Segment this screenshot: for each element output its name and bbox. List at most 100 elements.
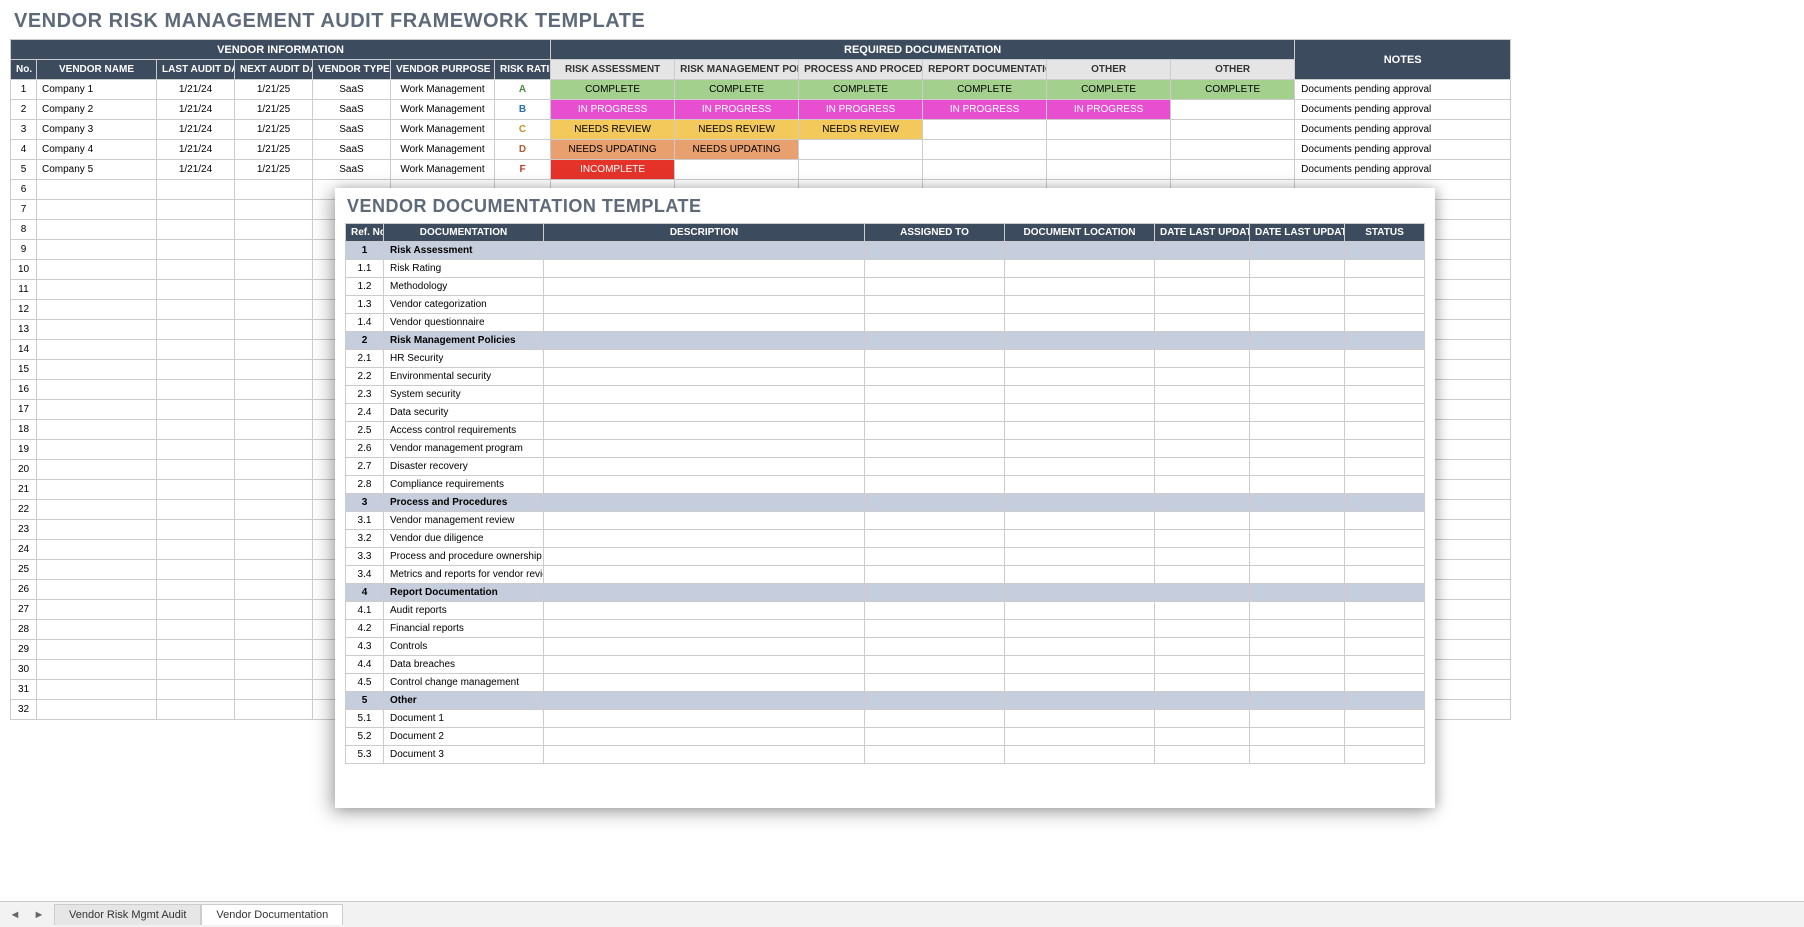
tab-nav-next-icon[interactable]: ► bbox=[30, 906, 48, 924]
description-cell[interactable] bbox=[544, 332, 865, 350]
date-updated-cell[interactable] bbox=[1155, 512, 1250, 530]
assigned-to-cell[interactable] bbox=[865, 422, 1005, 440]
last-audit-cell[interactable]: 1/21/24 bbox=[157, 80, 235, 100]
date-updated-cell[interactable] bbox=[1155, 314, 1250, 332]
documentation-cell[interactable]: Disaster recovery bbox=[384, 458, 544, 476]
status-cell[interactable] bbox=[1345, 278, 1425, 296]
ref-no-cell[interactable]: 1 bbox=[346, 242, 384, 260]
description-cell[interactable] bbox=[544, 728, 865, 746]
date-updated-cell[interactable] bbox=[1250, 584, 1345, 602]
document-location-cell[interactable] bbox=[1005, 620, 1155, 638]
ref-no-cell[interactable]: 5 bbox=[346, 692, 384, 710]
documentation-cell[interactable]: Controls bbox=[384, 638, 544, 656]
document-location-cell[interactable] bbox=[1005, 692, 1155, 710]
empty-cell[interactable] bbox=[157, 380, 235, 400]
empty-cell[interactable] bbox=[235, 520, 313, 540]
empty-cell[interactable] bbox=[157, 680, 235, 700]
vendor-purpose-cell[interactable]: Work Management bbox=[391, 120, 495, 140]
date-updated-cell[interactable] bbox=[1250, 440, 1345, 458]
documentation-cell[interactable]: Document 2 bbox=[384, 728, 544, 746]
assigned-to-cell[interactable] bbox=[865, 728, 1005, 746]
date-updated-cell[interactable] bbox=[1155, 620, 1250, 638]
documentation-cell[interactable]: Vendor questionnaire bbox=[384, 314, 544, 332]
status-cell[interactable] bbox=[1345, 350, 1425, 368]
empty-cell[interactable] bbox=[235, 560, 313, 580]
description-cell[interactable] bbox=[544, 494, 865, 512]
doc-status-cell[interactable] bbox=[1047, 140, 1171, 160]
document-location-cell[interactable] bbox=[1005, 638, 1155, 656]
doc-status-cell[interactable]: NEEDS UPDATING bbox=[675, 140, 799, 160]
empty-cell[interactable] bbox=[37, 540, 157, 560]
empty-cell[interactable] bbox=[235, 420, 313, 440]
last-audit-cell[interactable]: 1/21/24 bbox=[157, 140, 235, 160]
documentation-cell[interactable]: Data security bbox=[384, 404, 544, 422]
vendor-name-cell[interactable]: Company 4 bbox=[37, 140, 157, 160]
status-cell[interactable] bbox=[1345, 242, 1425, 260]
empty-cell[interactable] bbox=[235, 580, 313, 600]
status-cell[interactable] bbox=[1345, 386, 1425, 404]
documentation-cell[interactable]: Metrics and reports for vendor review bbox=[384, 566, 544, 584]
documentation-cell[interactable]: Audit reports bbox=[384, 602, 544, 620]
empty-cell[interactable] bbox=[235, 380, 313, 400]
empty-cell[interactable] bbox=[235, 540, 313, 560]
description-cell[interactable] bbox=[544, 692, 865, 710]
doc-status-cell[interactable]: IN PROGRESS bbox=[675, 100, 799, 120]
empty-cell[interactable] bbox=[235, 300, 313, 320]
ref-no-cell[interactable]: 1.4 bbox=[346, 314, 384, 332]
doc-status-cell[interactable]: NEEDS REVIEW bbox=[551, 120, 675, 140]
date-updated-cell[interactable] bbox=[1155, 440, 1250, 458]
empty-cell[interactable] bbox=[37, 600, 157, 620]
empty-cell[interactable] bbox=[157, 200, 235, 220]
description-cell[interactable] bbox=[544, 530, 865, 548]
empty-cell[interactable] bbox=[37, 560, 157, 580]
empty-cell[interactable] bbox=[157, 560, 235, 580]
date-updated-cell[interactable] bbox=[1250, 278, 1345, 296]
empty-cell[interactable] bbox=[37, 200, 157, 220]
date-updated-cell[interactable] bbox=[1155, 566, 1250, 584]
empty-cell[interactable] bbox=[157, 400, 235, 420]
date-updated-cell[interactable] bbox=[1155, 674, 1250, 692]
next-audit-cell[interactable]: 1/21/25 bbox=[235, 80, 313, 100]
assigned-to-cell[interactable] bbox=[865, 710, 1005, 728]
empty-cell[interactable] bbox=[157, 520, 235, 540]
document-location-cell[interactable] bbox=[1005, 296, 1155, 314]
doc-status-cell[interactable] bbox=[923, 160, 1047, 180]
doc-status-cell[interactable]: IN PROGRESS bbox=[923, 100, 1047, 120]
doc-status-cell[interactable]: COMPLETE bbox=[551, 80, 675, 100]
status-cell[interactable] bbox=[1345, 602, 1425, 620]
doc-status-cell[interactable] bbox=[1171, 100, 1295, 120]
description-cell[interactable] bbox=[544, 746, 865, 764]
doc-status-cell[interactable] bbox=[923, 120, 1047, 140]
date-updated-cell[interactable] bbox=[1155, 710, 1250, 728]
last-audit-cell[interactable]: 1/21/24 bbox=[157, 120, 235, 140]
documentation-cell[interactable]: Compliance requirements bbox=[384, 476, 544, 494]
description-cell[interactable] bbox=[544, 674, 865, 692]
assigned-to-cell[interactable] bbox=[865, 476, 1005, 494]
ref-no-cell[interactable]: 4.3 bbox=[346, 638, 384, 656]
empty-cell[interactable] bbox=[235, 320, 313, 340]
documentation-cell[interactable]: Control change management bbox=[384, 674, 544, 692]
date-updated-cell[interactable] bbox=[1155, 296, 1250, 314]
risk-rating-cell[interactable]: F bbox=[495, 160, 551, 180]
document-location-cell[interactable] bbox=[1005, 494, 1155, 512]
doc-status-cell[interactable] bbox=[1171, 140, 1295, 160]
document-location-cell[interactable] bbox=[1005, 476, 1155, 494]
empty-cell[interactable] bbox=[235, 360, 313, 380]
description-cell[interactable] bbox=[544, 656, 865, 674]
ref-no-cell[interactable]: 3.4 bbox=[346, 566, 384, 584]
document-location-cell[interactable] bbox=[1005, 242, 1155, 260]
doc-status-cell[interactable] bbox=[799, 160, 923, 180]
last-audit-cell[interactable]: 1/21/24 bbox=[157, 160, 235, 180]
empty-cell[interactable] bbox=[157, 360, 235, 380]
assigned-to-cell[interactable] bbox=[865, 260, 1005, 278]
status-cell[interactable] bbox=[1345, 458, 1425, 476]
empty-cell[interactable] bbox=[235, 220, 313, 240]
empty-cell[interactable] bbox=[157, 340, 235, 360]
documentation-cell[interactable]: Process and Procedures bbox=[384, 494, 544, 512]
document-location-cell[interactable] bbox=[1005, 314, 1155, 332]
ref-no-cell[interactable]: 4.2 bbox=[346, 620, 384, 638]
description-cell[interactable] bbox=[544, 368, 865, 386]
date-updated-cell[interactable] bbox=[1250, 314, 1345, 332]
empty-cell[interactable] bbox=[157, 600, 235, 620]
assigned-to-cell[interactable] bbox=[865, 404, 1005, 422]
